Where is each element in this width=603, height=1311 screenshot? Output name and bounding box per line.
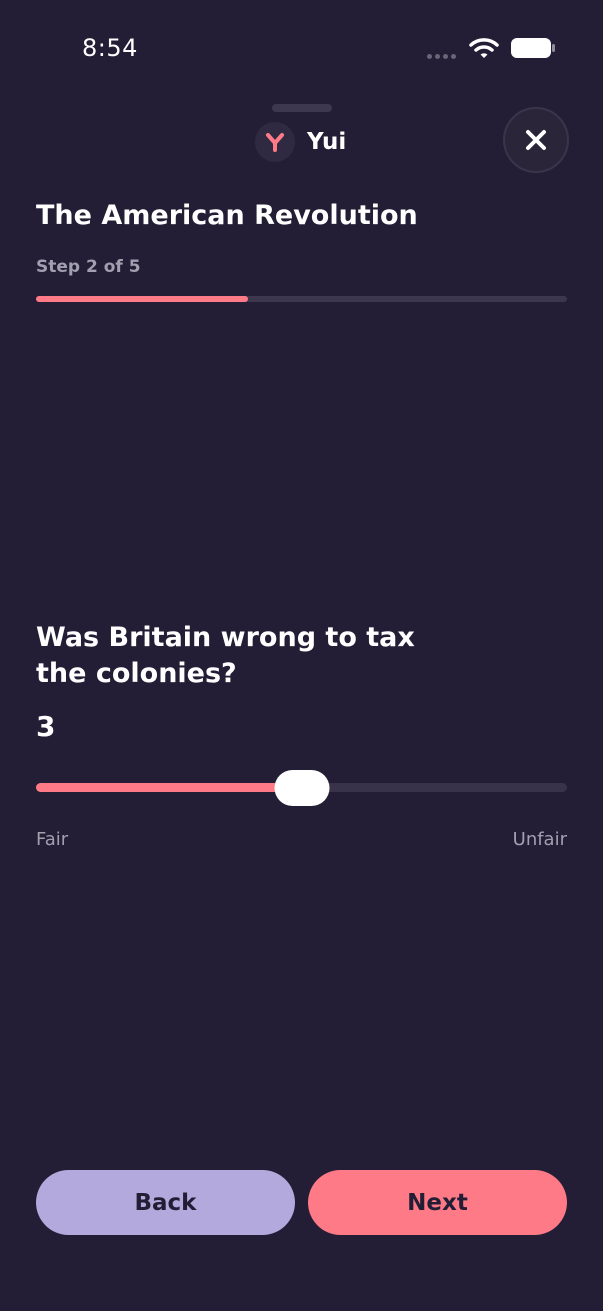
back-button[interactable]: Back <box>36 1170 295 1235</box>
battery-icon <box>511 38 555 58</box>
slider-fill <box>36 783 302 792</box>
y-logo-icon <box>255 122 295 162</box>
lesson-progress-bar <box>36 296 567 302</box>
close-icon <box>526 130 546 150</box>
lesson-title: The American Revolution <box>36 200 418 231</box>
scale-max-label: Unfair <box>512 829 567 850</box>
close-button[interactable] <box>503 107 569 173</box>
rating-slider[interactable] <box>36 770 567 806</box>
status-time: 8:54 <box>82 34 138 62</box>
next-button[interactable]: Next <box>308 1170 567 1235</box>
question-text: Was Britain wrong to tax the colonies? <box>36 622 415 689</box>
slider-thumb[interactable] <box>274 770 329 806</box>
rating-value: 3 <box>36 710 56 743</box>
scale-min-label: Fair <box>36 829 69 850</box>
header-brand: Yui <box>255 121 346 163</box>
cellular-signal-icon <box>427 54 456 59</box>
wifi-icon <box>469 38 499 58</box>
lesson-progress-fill <box>36 296 249 302</box>
brand-name: Yui <box>307 129 347 155</box>
step-label: Step 2 of 5 <box>36 257 141 277</box>
sheet-grabber[interactable] <box>272 104 332 112</box>
